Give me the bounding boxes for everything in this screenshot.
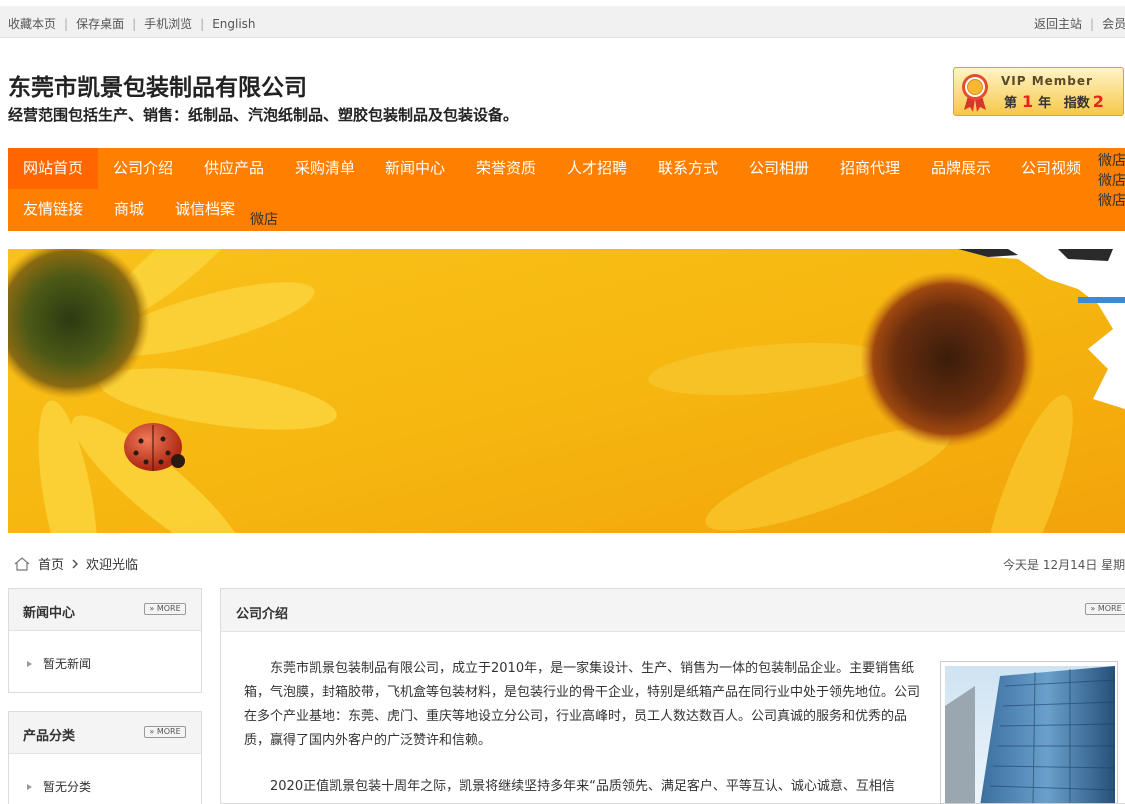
product-categories-box: 产品分类 » MORE 暂无分类 (8, 711, 202, 804)
nav-item-honors[interactable]: 荣誉资质 (461, 148, 551, 189)
news-center-header: 新闻中心 » MORE (9, 589, 201, 631)
categories-more-button[interactable]: » MORE (144, 726, 186, 738)
vip-index: 2 (1092, 92, 1104, 111)
bullet-icon (27, 660, 32, 667)
date-display: 今天是 12月14日 星期一 (1003, 558, 1125, 572)
nav-item-agency[interactable]: 招商代理 (825, 148, 915, 189)
product-categories-title: 产品分类 (23, 729, 76, 744)
vip-years: 1 (1022, 92, 1034, 111)
nav-item-contact[interactable]: 联系方式 (643, 148, 733, 189)
nav-item-credit[interactable]: 诚信档案 (160, 189, 250, 230)
nav-overflow-weidian[interactable]: 微店 (1098, 170, 1125, 190)
no-news-text: 暂无新闻 (43, 657, 92, 671)
breadcrumb-home[interactable]: 首页 (38, 554, 64, 573)
intro-more-button[interactable]: » MORE (1085, 603, 1125, 615)
sunflower-banner (8, 249, 1125, 533)
banner-image (8, 249, 1125, 533)
news-more-button[interactable]: » MORE (144, 603, 186, 615)
main-navigation: 网站首页 公司介绍 供应产品 采购清单 新闻中心 荣誉资质 人才招聘 联系方式 … (8, 148, 1125, 231)
save-desktop-link[interactable]: 保存桌面 (76, 15, 124, 32)
nav-item-mall[interactable]: 商城 (98, 189, 160, 230)
company-name: 东莞市凯景包装制品有限公司 (8, 75, 307, 101)
nav-item-video[interactable]: 公司视频 (1006, 148, 1096, 189)
nav-overflow-weidian[interactable]: 微店 (1098, 190, 1125, 210)
top-left-links: 收藏本页 | 保存桌面 | 手机浏览 | English (8, 15, 256, 32)
vip-member-badge: VIP Member 第1年 指数 2 (953, 67, 1124, 116)
nav-item-brands[interactable]: 品牌展示 (916, 148, 1006, 189)
bookmark-link[interactable]: 收藏本页 (8, 15, 56, 32)
top-right-links: 返回主站 | 会员中心 (1034, 15, 1125, 32)
vip-stats: 第1年 指数 2 (1004, 92, 1109, 111)
news-center-title: 新闻中心 (23, 606, 76, 621)
nav-item-home[interactable]: 网站首页 (8, 148, 98, 189)
chevron-right-icon (72, 558, 79, 569)
nav-item-purchase[interactable]: 采购清单 (280, 148, 370, 189)
vip-title: VIP Member (1001, 74, 1093, 88)
nav-item-links[interactable]: 友情链接 (8, 189, 98, 230)
divider: | (64, 16, 69, 31)
business-scope: 经营范围包括生产、销售：纸制品、汽泡纸制品、塑胶包装制品及包装设备。 (8, 106, 519, 124)
news-center-box: 新闻中心 » MORE 暂无新闻 (8, 588, 202, 693)
medal-icon (962, 74, 988, 112)
list-item: 暂无分类 (27, 778, 91, 795)
company-building-photo (940, 661, 1118, 804)
english-link[interactable]: English (212, 17, 255, 31)
company-intro-header: 公司介绍 » MORE (221, 589, 1125, 632)
mobile-view-link[interactable]: 手机浏览 (144, 15, 192, 32)
home-icon (14, 556, 30, 571)
vip-prefix: 第 (1004, 96, 1018, 111)
nav-item-products[interactable]: 供应产品 (189, 148, 279, 189)
company-intro-paragraph: 东莞市凯景包装制品有限公司，成立于2010年，是一家集设计、生产、销售为一体的包… (244, 661, 921, 748)
top-utility-bar: 收藏本页 | 保存桌面 | 手机浏览 | English 返回主站 | 会员中心 (0, 6, 1125, 38)
nav-item-about[interactable]: 公司介绍 (98, 148, 188, 189)
product-categories-header: 产品分类 » MORE (9, 712, 201, 754)
divider: | (132, 16, 137, 31)
company-intro-title: 公司介绍 (236, 607, 289, 622)
vip-year-unit: 年 (1038, 96, 1052, 111)
member-center-link[interactable]: 会员中心 (1102, 15, 1125, 32)
company-intro-paragraph-2: 2020正值凯景包装十周年之际，凯景将继续坚持多年来“品质领先、满足客户、平等互… (270, 779, 895, 794)
no-categories-text: 暂无分类 (43, 780, 92, 794)
breadcrumb-current: 欢迎光临 (86, 558, 139, 573)
nav-overflow-weidian[interactable]: 微店 (1098, 150, 1125, 170)
nav-overflow-weidian[interactable]: 微店 (250, 209, 278, 229)
back-to-main-link[interactable]: 返回主站 (1034, 15, 1082, 32)
breadcrumb: 首页 欢迎光临 (14, 554, 138, 573)
vip-index-label: 指数 (1063, 96, 1090, 111)
nav-item-jobs[interactable]: 人才招聘 (552, 148, 642, 189)
bullet-icon (27, 783, 32, 790)
list-item: 暂无新闻 (27, 655, 91, 672)
building-image (945, 666, 1116, 803)
nav-item-album[interactable]: 公司相册 (734, 148, 824, 189)
divider: | (1090, 16, 1095, 31)
nav-item-news[interactable]: 新闻中心 (370, 148, 460, 189)
divider: | (200, 16, 205, 31)
